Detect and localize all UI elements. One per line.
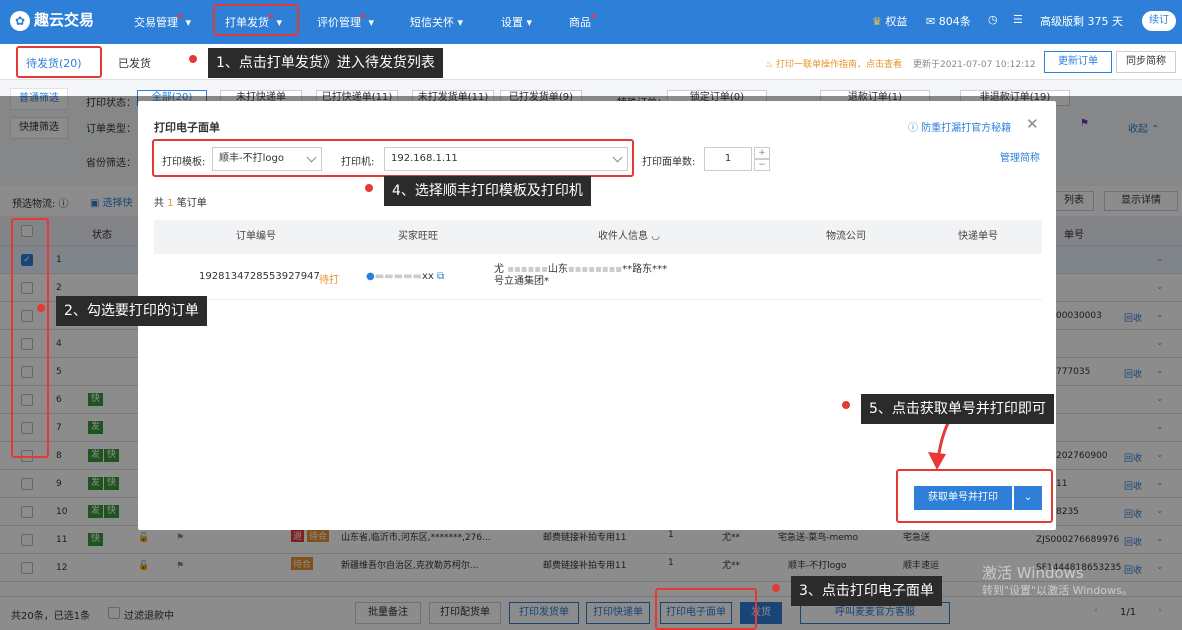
col-recipient: 收件人信息 ◡ <box>598 231 660 242</box>
crown-icon: ♛ <box>872 15 882 28</box>
highlight-template-printer <box>152 139 634 177</box>
col-tracking: 快递单号 <box>958 231 998 242</box>
col-buyer: 买家旺旺 <box>398 231 438 242</box>
tip-marker <box>365 184 373 192</box>
activation-watermark-title: 激活 Windows <box>982 564 1084 582</box>
tab-shipped[interactable]: 已发货 <box>118 55 151 71</box>
nav-review-management[interactable]: 评价管理 ▾ <box>317 14 374 30</box>
col-logistics: 物流公司 <box>826 231 866 242</box>
recipient-info: 尤 ▪▪▪▪▪▪山东▪▪▪▪▪▪▪▪**路东*** 号立通集团* <box>494 264 668 287</box>
activation-watermark-text: 转到"设置"以激活 Windows。 <box>982 584 1133 597</box>
modal-backdrop-bottom <box>0 596 1182 630</box>
manage-alias-link[interactable]: 管理简称 <box>1000 149 1040 164</box>
messages-link[interactable]: ✉ 804条 <box>926 13 971 29</box>
tip-step-5: 5、点击获取单号并打印即可 <box>861 394 1054 424</box>
tip-step-1: 1、点击打单发货》进入待发货列表 <box>208 48 443 78</box>
highlight-checkboxes <box>11 218 49 458</box>
tip-marker <box>842 401 850 409</box>
eye-icon: ◡ <box>651 231 660 242</box>
buyer-name: ●▬▬▬▬▬xx ⧉ <box>366 271 445 282</box>
version-remaining: 高级版剩 375 天 <box>1040 15 1123 28</box>
mail-icon: ✉ <box>926 15 936 28</box>
tip-step-2: 2、勾选要打印的订单 <box>56 296 207 326</box>
nav-products[interactable]: 商品 <box>569 14 595 30</box>
waybill-count-input[interactable]: 1 <box>704 147 752 171</box>
tip-step-4: 4、选择顺丰打印模板及打印机 <box>384 176 591 206</box>
copy-icon[interactable]: ⧉ <box>437 271 444 282</box>
nav-settings[interactable]: 设置 ▾ <box>501 14 532 30</box>
order-id: 1928134728553927947 <box>199 271 320 282</box>
menu-icon[interactable]: ☰ <box>1013 13 1023 26</box>
highlight-print-e-waybill <box>655 588 757 630</box>
increment-icon[interactable]: + <box>754 147 770 159</box>
benefits-link[interactable]: ♛ 权益 <box>872 13 907 29</box>
tip-step-3: 3、点击打印电子面单 <box>791 576 942 606</box>
logo-icon: ✿ <box>10 11 30 31</box>
order-status-tabs: 待发货(20) 已发货 ♨ 打印一联单操作指南，点击查看 更新于2021-07-… <box>0 44 1182 80</box>
tip-marker <box>189 55 197 63</box>
close-icon[interactable]: ✕ <box>1026 115 1039 133</box>
sync-alias-button[interactable]: 同步简称 <box>1116 51 1176 73</box>
app-logo[interactable]: ✿ 趣云交易 <box>10 9 94 31</box>
update-orders-button[interactable]: 更新订单 <box>1044 51 1112 73</box>
order-table-header: 订单编号 买家旺旺 收件人信息 ◡ 物流公司 快递单号 <box>154 220 1042 254</box>
highlight-submit-button <box>896 469 1053 523</box>
print-status: 待打 <box>319 275 339 286</box>
wangwang-icon: ● <box>366 271 375 282</box>
order-row: 1928134728553927947 待打 ●▬▬▬▬▬xx ⧉ 尤 ▪▪▪▪… <box>154 254 1042 300</box>
nav-sms-care[interactable]: 短信关怀 ▾ <box>410 14 463 30</box>
lightbulb-icon: ♨ <box>765 60 774 70</box>
nav-trade-management[interactable]: 交易管理 ▾ <box>134 14 191 30</box>
highlight-print-ship-nav <box>213 4 299 36</box>
waybill-count-label: 打印面单数: <box>642 157 696 168</box>
print-guide-link[interactable]: ♨ 打印一联单操作指南，点击查看 <box>765 57 902 70</box>
anti-duplicate-help-link[interactable]: ⓘ 防重打漏打官方秘籍 <box>908 119 1011 134</box>
tip-marker <box>37 304 45 312</box>
clock-icon[interactable]: ◷ <box>988 13 998 26</box>
highlight-pending-tab <box>16 46 102 78</box>
col-order-id: 订单编号 <box>236 231 276 242</box>
top-navigation-bar: ✿ 趣云交易 交易管理 ▾ 打单发货 ▾ 评价管理 ▾ 短信关怀 ▾ 设置 ▾ 商… <box>0 0 1182 44</box>
last-updated-text: 更新于2021-07-07 10:12:12 <box>913 60 1036 70</box>
help-icon: ⓘ <box>908 123 918 134</box>
order-count-text: 共 1 笔订单 <box>154 198 207 209</box>
dialog-title: 打印电子面单 <box>154 121 220 134</box>
renew-button[interactable]: 续订 <box>1142 11 1176 31</box>
decrement-icon[interactable]: − <box>754 159 770 171</box>
tip-marker <box>772 584 780 592</box>
